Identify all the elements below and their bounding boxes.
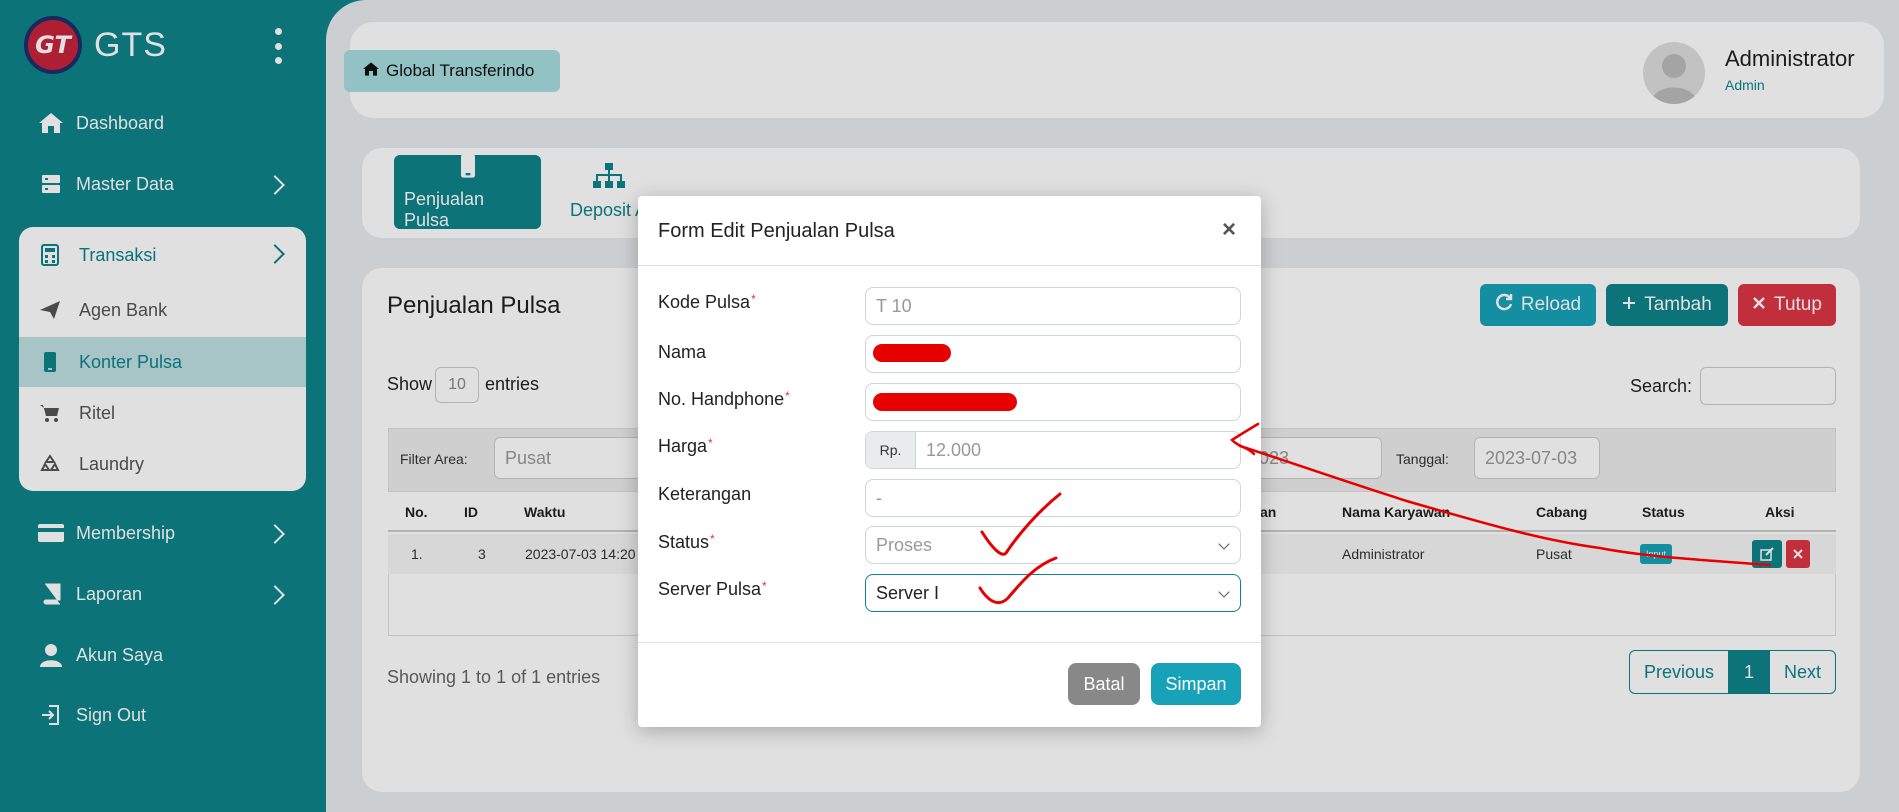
save-button[interactable]: Simpan bbox=[1151, 663, 1241, 705]
server-pulsa-select[interactable]: Server I bbox=[865, 574, 1241, 612]
label-text: No. Handphone bbox=[658, 389, 785, 409]
chevron-down-icon bbox=[1218, 586, 1230, 598]
redaction-mark bbox=[873, 393, 1017, 411]
label-text: Status bbox=[658, 532, 710, 552]
field-label-nama: Nama bbox=[658, 342, 706, 363]
kode-pulsa-input[interactable]: T 10 bbox=[865, 287, 1241, 325]
modal-title: Form Edit Penjualan Pulsa bbox=[658, 220, 895, 242]
label-text: Keterangan bbox=[658, 484, 752, 504]
field-label-status: Status* bbox=[658, 532, 715, 553]
keterangan-input[interactable]: - bbox=[865, 479, 1241, 517]
field-label-harga: Harga* bbox=[658, 436, 713, 457]
field-label-server: Server Pulsa* bbox=[658, 579, 767, 600]
server-value: Server I bbox=[876, 582, 940, 603]
status-value: Proses bbox=[876, 534, 933, 555]
required-marker: * bbox=[708, 436, 713, 450]
status-select[interactable]: Proses bbox=[865, 526, 1241, 564]
nama-input[interactable] bbox=[865, 335, 1241, 373]
cancel-button[interactable]: Batal bbox=[1068, 663, 1140, 705]
no-handphone-input[interactable] bbox=[865, 383, 1241, 421]
redaction-mark bbox=[873, 344, 951, 362]
field-label-kode: Kode Pulsa* bbox=[658, 292, 756, 313]
required-marker: * bbox=[762, 579, 767, 593]
harga-value: 12.000 bbox=[926, 439, 982, 460]
required-marker: * bbox=[751, 292, 756, 306]
required-marker: * bbox=[710, 532, 715, 546]
label-text: Harga bbox=[658, 436, 708, 456]
modal-header: Form Edit Penjualan Pulsa × bbox=[638, 196, 1261, 266]
required-marker: * bbox=[785, 389, 790, 403]
edit-modal: Form Edit Penjualan Pulsa × Kode Pulsa* … bbox=[638, 196, 1261, 727]
currency-prefix: Rp. bbox=[866, 432, 916, 468]
chevron-down-icon bbox=[1218, 538, 1230, 550]
label-text: Nama bbox=[658, 342, 707, 362]
harga-input[interactable]: Rp. 12.000 bbox=[865, 431, 1241, 469]
field-label-hp: No. Handphone* bbox=[658, 389, 790, 410]
modal-close-icon[interactable]: × bbox=[1222, 216, 1236, 244]
label-text: Server Pulsa bbox=[658, 579, 762, 599]
field-label-keterangan: Keterangan bbox=[658, 484, 751, 505]
label-text: Kode Pulsa bbox=[658, 292, 751, 312]
